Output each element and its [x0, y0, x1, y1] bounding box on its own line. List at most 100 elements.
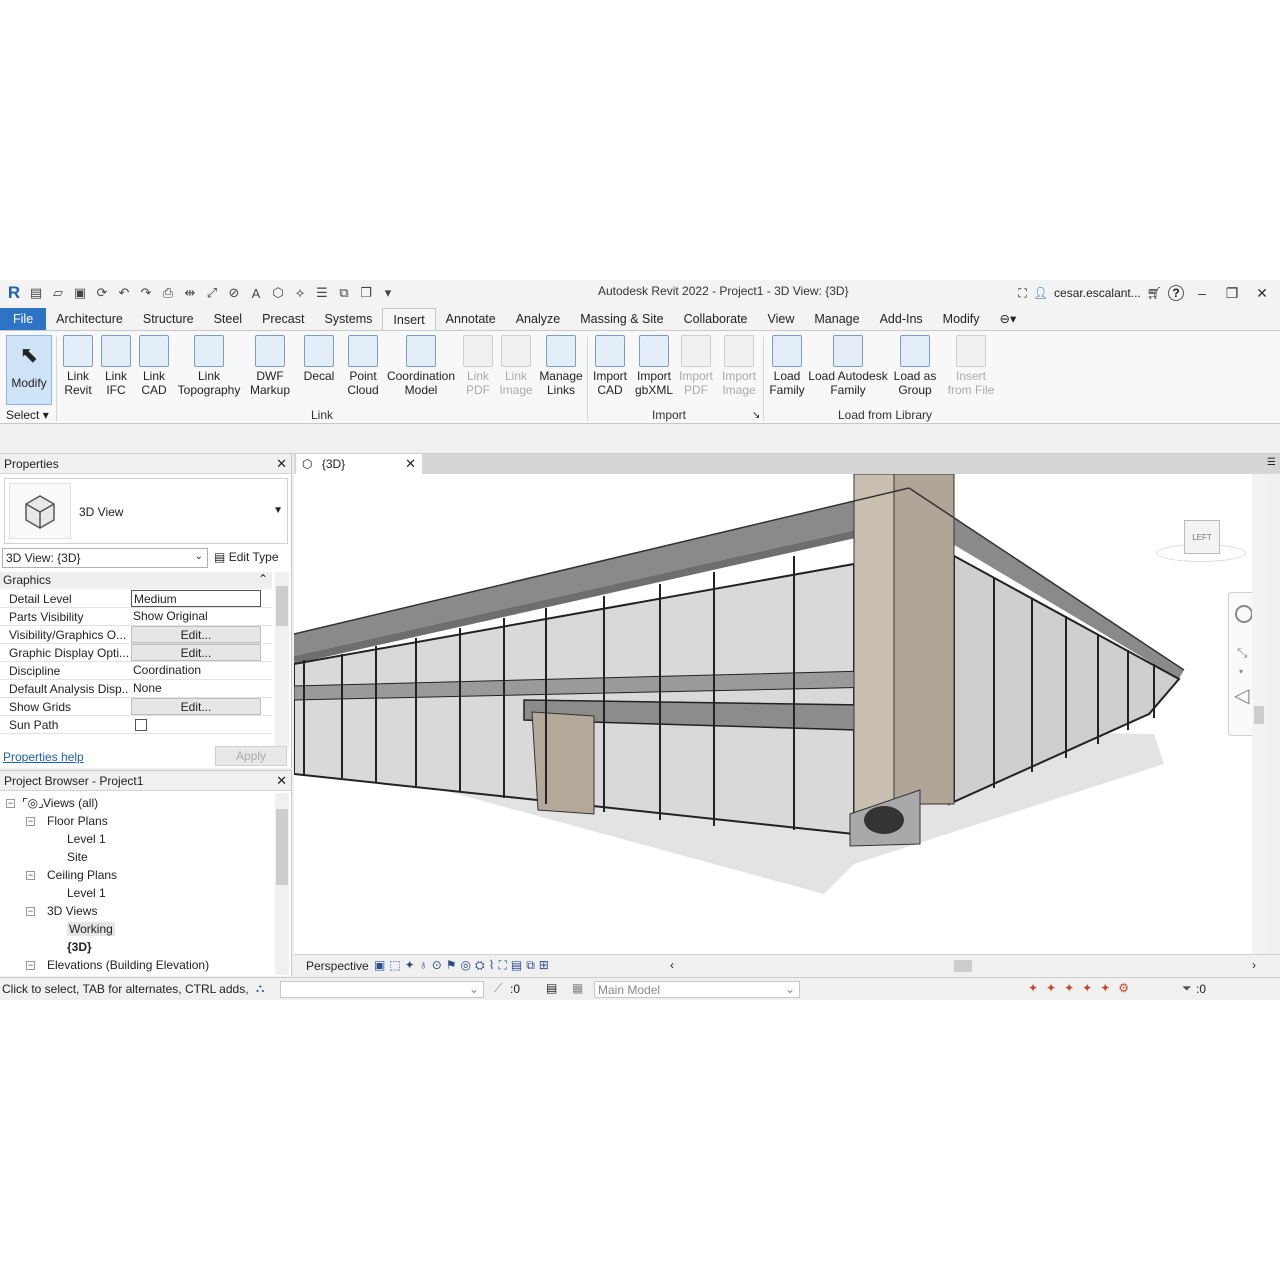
selection-toggles-icons[interactable]: ✦✦✦✦✦⚙ [1028, 981, 1137, 995]
link-topography-button[interactable]: Link Topography [174, 335, 244, 405]
text-icon[interactable]: A [246, 283, 266, 303]
tree-toggle-icon[interactable]: − [26, 871, 35, 880]
aligned-dimension-icon[interactable]: ⤢ [202, 283, 222, 303]
design-option-select[interactable]: Main Model ⌄ [594, 981, 800, 998]
user-name[interactable]: cesar.escalant... [1054, 286, 1141, 300]
orbit-icon[interactable]: ◁ [1234, 683, 1249, 708]
insert-from-file-button[interactable]: Insert from File [944, 335, 998, 405]
tab-systems[interactable]: Systems [314, 308, 382, 330]
restore-icon[interactable]: ❐ [1220, 285, 1244, 302]
tab-structure[interactable]: Structure [133, 308, 204, 330]
import-image-button[interactable]: Import Image [716, 335, 762, 405]
switch-windows-icon[interactable]: ❐ [356, 283, 376, 303]
tab-massing-site[interactable]: Massing & Site [570, 308, 673, 330]
properties-scrollbar[interactable] [275, 572, 289, 748]
load-family-button[interactable]: Load Family [766, 335, 808, 405]
viewcube[interactable]: LEFT [1156, 508, 1246, 568]
help-icon[interactable]: ? [1168, 285, 1184, 301]
scroll-right-icon[interactable]: › [1252, 958, 1256, 972]
nav-dropdown-icon[interactable]: ▾ [1239, 667, 1243, 676]
view-tab-close-icon[interactable]: ✕ [405, 456, 416, 472]
tab-add-ins[interactable]: Add-Ins [870, 308, 933, 330]
tab-analyze[interactable]: Analyze [506, 308, 570, 330]
browser-node[interactable]: {3D} [67, 940, 92, 954]
tree-toggle-icon[interactable]: − [26, 907, 35, 916]
design-options-icon[interactable]: ▤ [546, 981, 557, 995]
exclude-options-icon[interactable]: ▦ [572, 981, 583, 995]
property-value[interactable]: Edit... [131, 644, 261, 661]
worksharing-icon[interactable]: ⛬ [256, 981, 264, 996]
save-icon[interactable]: ▣ [70, 283, 90, 303]
model-canvas[interactable]: LEFT ⤡ ▾ ◁ [294, 474, 1266, 954]
tab-annotate[interactable]: Annotate [436, 308, 506, 330]
point-cloud-button[interactable]: Point Cloud [344, 335, 382, 405]
horizontal-scrollbar[interactable] [682, 960, 1252, 972]
link-cad-button[interactable]: Link CAD [136, 335, 172, 405]
ribbon-minimize-icon[interactable]: ⊖▾ [990, 308, 1027, 330]
import-dialog-launcher-icon[interactable]: ↘ [752, 410, 760, 421]
view-control-icons[interactable]: ▣⬚✦♁⊙⚑◎⛭⌇⛶▤⧉⊞ [374, 958, 553, 973]
property-value[interactable]: Medium [131, 590, 261, 607]
browser-node[interactable]: Level 1 [67, 832, 106, 846]
section-icon[interactable]: ⟡ [290, 283, 310, 303]
workset-select[interactable]: ⌄ [280, 981, 484, 998]
modify-button[interactable]: ⬉ Modify [6, 335, 52, 405]
sun-path-checkbox[interactable] [131, 716, 261, 733]
steering-wheel-icon[interactable] [1235, 605, 1253, 623]
property-value[interactable]: Edit... [131, 698, 261, 715]
view-tabs-menu-icon[interactable]: ☰ [1267, 457, 1276, 468]
select-dropdown[interactable]: Select ▾ [6, 408, 49, 422]
browser-node[interactable]: Views (all) [43, 796, 98, 810]
type-dropdown-icon[interactable]: ▼ [273, 505, 283, 516]
import-pdf-button[interactable]: Import PDF [676, 335, 716, 405]
tab-file[interactable]: File [0, 308, 47, 330]
canvas-scrollbar[interactable] [1252, 474, 1266, 954]
home-icon[interactable]: ▤ [26, 283, 46, 303]
default-3d-view-icon[interactable]: ⬡ [268, 283, 288, 303]
measure-icon[interactable]: ⇹ [180, 283, 200, 303]
browser-scrollbar[interactable] [275, 793, 289, 975]
tab-precast[interactable]: Precast [252, 308, 314, 330]
browser-node[interactable]: Level 1 [67, 886, 106, 900]
tag-icon[interactable]: ⊘ [224, 283, 244, 303]
viewcube-face[interactable]: LEFT [1184, 520, 1220, 554]
collapse-icon[interactable]: ⌃ [258, 572, 268, 586]
import-gbxml-button[interactable]: Import gbXML [632, 335, 676, 405]
tab-manage[interactable]: Manage [804, 308, 869, 330]
close-hidden-views-icon[interactable]: ⧉ [334, 283, 354, 303]
thin-lines-icon[interactable]: ☰ [312, 283, 332, 303]
project-browser-close-icon[interactable]: ✕ [276, 773, 287, 789]
import-cad-button[interactable]: Import CAD [590, 335, 630, 405]
scroll-left-icon[interactable]: ‹ [670, 958, 674, 972]
properties-help-link[interactable]: Properties help [3, 750, 84, 764]
dwf-markup-button[interactable]: DWF Markup [246, 335, 294, 405]
view-tab-3d[interactable]: ⬡ {3D} ✕ [296, 454, 422, 474]
tree-toggle-icon[interactable]: − [6, 799, 15, 808]
link-pdf-button[interactable]: Link PDF [460, 335, 496, 405]
instance-filter-select[interactable]: 3D View: {3D} ⌄ [2, 548, 208, 568]
decal-button[interactable]: Decal [298, 335, 340, 405]
browser-node[interactable]: Site [67, 850, 88, 864]
browser-node[interactable]: Floor Plans [47, 814, 108, 828]
tab-view[interactable]: View [758, 308, 805, 330]
browser-node[interactable]: Elevations (Building Elevation) [47, 958, 209, 972]
link-ifc-button[interactable]: Link IFC [98, 335, 134, 405]
browser-node[interactable]: 3D Views [47, 904, 97, 918]
undo-icon[interactable]: ↶ [114, 283, 134, 303]
load-as-group-button[interactable]: Load as Group [890, 335, 940, 405]
load-autodesk-family-button[interactable]: Load Autodesk Family [808, 335, 888, 405]
tree-toggle-icon[interactable]: − [26, 817, 35, 826]
customize-qat-icon[interactable]: ▾ [378, 283, 398, 303]
properties-close-icon[interactable]: ✕ [276, 456, 287, 472]
tab-collaborate[interactable]: Collaborate [674, 308, 758, 330]
link-image-button[interactable]: Link Image [498, 335, 534, 405]
browser-node[interactable]: Working [67, 922, 115, 936]
cart-icon[interactable]: 🛒︎ [1147, 286, 1162, 300]
revit-logo-icon[interactable]: R [4, 283, 24, 303]
link-revit-button[interactable]: Link Revit [60, 335, 96, 405]
manage-links-button[interactable]: Manage Links [536, 335, 586, 405]
tab-architecture[interactable]: Architecture [46, 308, 133, 330]
zoom-region-icon[interactable]: ⤡ [1237, 645, 1247, 661]
type-selector[interactable]: 3D View ▼ [4, 478, 288, 544]
apply-button[interactable]: Apply [215, 746, 287, 766]
